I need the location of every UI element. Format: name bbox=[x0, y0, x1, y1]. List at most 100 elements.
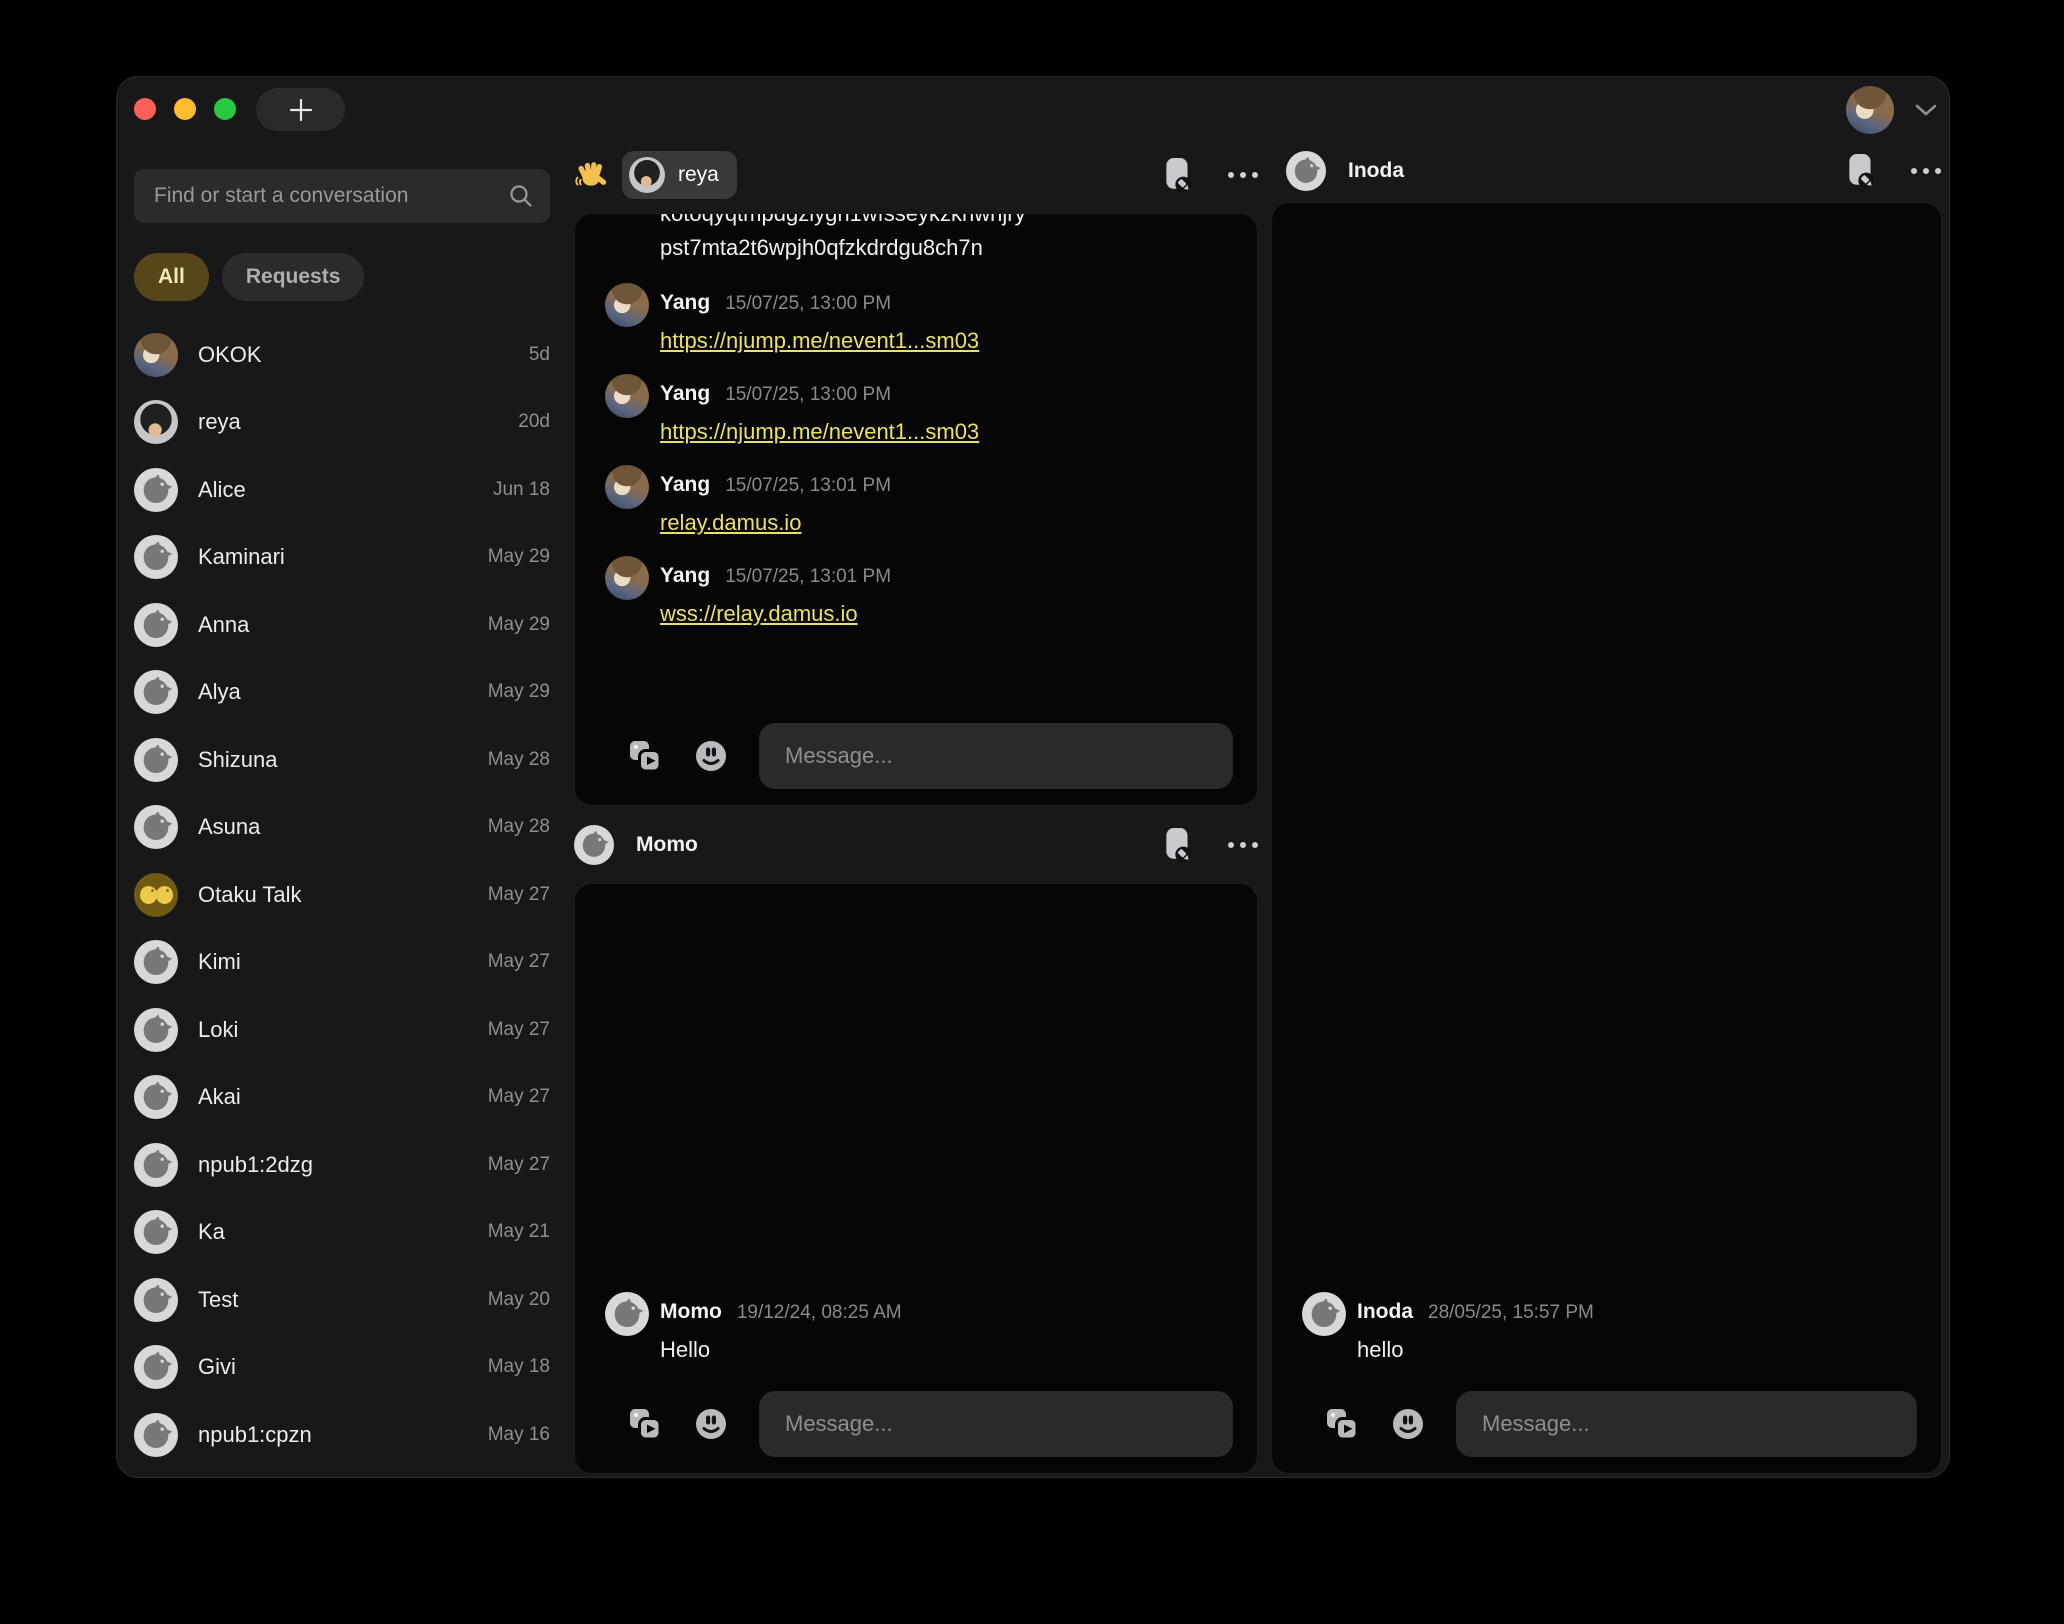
account-avatar[interactable] bbox=[1846, 86, 1894, 134]
conversation-item[interactable]: Otaku Talk May 27 bbox=[134, 861, 550, 929]
chat-title: Inoda bbox=[1348, 159, 1404, 183]
chick-avatar-icon bbox=[134, 1210, 178, 1254]
conversation-date: May 27 bbox=[488, 1154, 550, 1176]
more-button[interactable] bbox=[1228, 842, 1258, 848]
chick-avatar-icon bbox=[134, 1075, 178, 1119]
message-link[interactable]: https://njump.me/nevent1...sm03 bbox=[660, 326, 979, 356]
media-button[interactable] bbox=[627, 738, 663, 774]
ellipsis-icon bbox=[1228, 172, 1258, 178]
conversation-date: May 29 bbox=[488, 614, 550, 636]
note-pencil-icon bbox=[1162, 157, 1194, 193]
conversation-item[interactable]: Kimi May 27 bbox=[134, 929, 550, 997]
ellipsis-icon bbox=[1911, 168, 1941, 174]
double-chick-avatar-icon bbox=[134, 873, 178, 917]
minimize-button[interactable] bbox=[174, 98, 196, 120]
chat-title: Momo bbox=[636, 833, 698, 857]
conversation-date: May 27 bbox=[488, 951, 550, 973]
filter-all[interactable]: All bbox=[134, 253, 209, 301]
conversation-item[interactable]: OKOK 5d bbox=[134, 321, 550, 389]
message-input[interactable] bbox=[759, 723, 1233, 789]
filter-requests[interactable]: Requests bbox=[222, 253, 365, 301]
conversation-avatar bbox=[134, 873, 178, 917]
chat-tab-reya[interactable]: reya bbox=[622, 151, 737, 199]
conversation-avatar bbox=[134, 1143, 178, 1187]
conversation-list[interactable]: OKOK 5d reya 20d Alice Jun 18 Kaminari M… bbox=[134, 321, 550, 1477]
conversation-item[interactable]: npub1:cpzn May 16 bbox=[134, 1401, 550, 1469]
conversation-name: npub1:2dzg bbox=[198, 1152, 313, 1178]
conversation-item[interactable] bbox=[134, 1469, 550, 1478]
message-author: Yang bbox=[660, 382, 710, 406]
conversation-avatar bbox=[134, 738, 178, 782]
chick-avatar-icon bbox=[1286, 151, 1326, 191]
message-link[interactable]: wss://relay.damus.io bbox=[660, 599, 858, 629]
emoji-button[interactable] bbox=[693, 1406, 729, 1442]
conversation-avatar bbox=[134, 468, 178, 512]
conversation-date: May 27 bbox=[488, 884, 550, 906]
chevron-down-icon[interactable] bbox=[1914, 103, 1938, 117]
note-button[interactable] bbox=[1162, 157, 1194, 193]
conversation-item[interactable]: Anna May 29 bbox=[134, 591, 550, 659]
close-button[interactable] bbox=[134, 98, 156, 120]
conversation-date: May 27 bbox=[488, 1019, 550, 1041]
note-button[interactable] bbox=[1845, 153, 1877, 189]
emoji-button[interactable] bbox=[693, 738, 729, 774]
chat-panel-reya: kotoqyqtmpdgzlygn1wfsseykzknwnjry pst7mt… bbox=[574, 213, 1258, 806]
chick-avatar-icon bbox=[134, 738, 178, 782]
maximize-button[interactable] bbox=[214, 98, 236, 120]
conversation-item[interactable]: Akai May 27 bbox=[134, 1064, 550, 1132]
conversation-item[interactable]: Shizuna May 28 bbox=[134, 726, 550, 794]
message-author: Inoda bbox=[1357, 1300, 1413, 1324]
search-bar[interactable] bbox=[134, 169, 550, 223]
conversation-date: 20d bbox=[518, 411, 550, 433]
message-input[interactable] bbox=[1456, 1391, 1917, 1457]
media-button[interactable] bbox=[1324, 1406, 1360, 1442]
overflow-note-text: kotoqyqtmpdgzlygn1wfsseykzknwnjry pst7mt… bbox=[660, 214, 1233, 265]
conversation-date: 5d bbox=[529, 344, 550, 366]
note-pencil-icon bbox=[1162, 827, 1194, 863]
conversation-item[interactable]: npub1:2dzg May 27 bbox=[134, 1131, 550, 1199]
chat-header-reya: reya bbox=[574, 151, 1258, 199]
more-button[interactable] bbox=[1911, 168, 1941, 174]
emoji-button[interactable] bbox=[1390, 1406, 1426, 1442]
conversation-date: May 29 bbox=[488, 681, 550, 703]
message-author: Yang bbox=[660, 564, 710, 588]
conversation-item[interactable]: Alice Jun 18 bbox=[134, 456, 550, 524]
message-link[interactable]: relay.damus.io bbox=[660, 508, 801, 538]
conversation-name: Anna bbox=[198, 612, 249, 638]
conversation-name: Kimi bbox=[198, 949, 241, 975]
search-input[interactable] bbox=[152, 183, 508, 209]
message-input[interactable] bbox=[759, 1391, 1233, 1457]
message-avatar bbox=[1302, 1292, 1346, 1336]
conversation-item[interactable]: Ka May 21 bbox=[134, 1199, 550, 1267]
conversation-avatar bbox=[134, 1278, 178, 1322]
note-button[interactable] bbox=[1162, 827, 1194, 863]
conversation-name: OKOK bbox=[198, 342, 262, 368]
conversation-name: reya bbox=[198, 409, 241, 435]
conversation-item[interactable]: Kaminari May 29 bbox=[134, 524, 550, 592]
chick-avatar-icon bbox=[134, 670, 178, 714]
message-author: Momo bbox=[660, 1300, 722, 1324]
conversation-item[interactable]: Test May 20 bbox=[134, 1266, 550, 1334]
conversation-item[interactable]: Loki May 27 bbox=[134, 996, 550, 1064]
conversation-item[interactable]: reya 20d bbox=[134, 389, 550, 457]
conversation-avatar bbox=[134, 805, 178, 849]
conversation-item[interactable]: Alya May 29 bbox=[134, 659, 550, 727]
smiley-icon bbox=[693, 738, 729, 774]
conversation-avatar bbox=[134, 1210, 178, 1254]
conversation-name: Akai bbox=[198, 1084, 241, 1110]
account-menu[interactable] bbox=[1846, 86, 1938, 134]
photo-video-icon bbox=[627, 738, 663, 774]
chick-avatar-icon bbox=[134, 1413, 178, 1457]
conversation-item[interactable]: Asuna May 28 bbox=[134, 794, 550, 862]
message-link[interactable]: https://njump.me/nevent1...sm03 bbox=[660, 417, 979, 447]
conversation-name: Ka bbox=[198, 1219, 225, 1245]
message-timestamp: 15/07/25, 13:01 PM bbox=[725, 475, 891, 497]
chick-avatar-icon bbox=[1302, 1292, 1346, 1336]
media-button[interactable] bbox=[627, 1406, 663, 1442]
new-chat-button[interactable] bbox=[256, 88, 345, 131]
conversation-date: May 21 bbox=[488, 1221, 550, 1243]
conversation-avatar bbox=[134, 1345, 178, 1389]
chick-avatar-icon bbox=[134, 468, 178, 512]
conversation-item[interactable]: Givi May 18 bbox=[134, 1334, 550, 1402]
more-button[interactable] bbox=[1228, 172, 1258, 178]
